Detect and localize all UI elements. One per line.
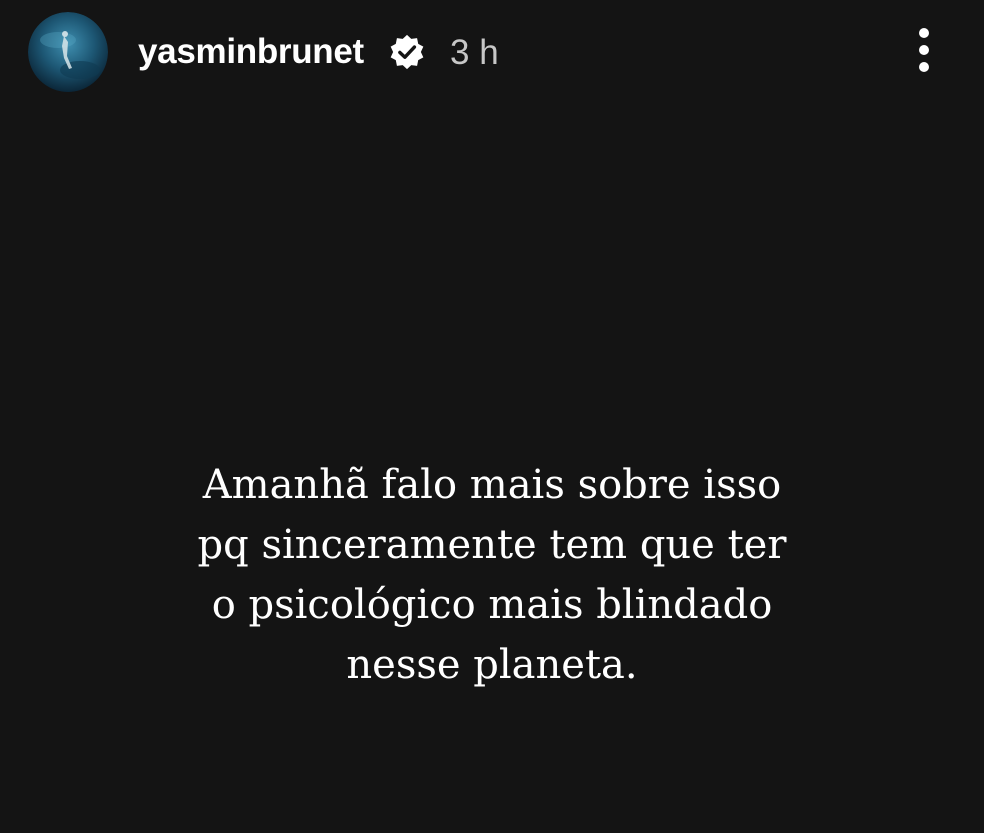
- story-text-line: nesse planeta.: [346, 642, 638, 688]
- story-text-line: o psicológico mais blindado: [211, 582, 773, 628]
- more-dot: [919, 45, 929, 55]
- avatar[interactable]: [28, 12, 108, 92]
- username[interactable]: yasminbrunet: [138, 30, 364, 74]
- story-header: yasminbrunet 3 h: [0, 0, 984, 110]
- more-dot: [919, 62, 929, 72]
- more-options-button[interactable]: [904, 24, 944, 80]
- story-text: Amanhã falo mais sobre isso pq sincerame…: [100, 455, 884, 695]
- story-text-line: Amanhã falo mais sobre isso: [202, 462, 782, 508]
- post-time: 3 h: [450, 33, 499, 72]
- story-text-line: pq sinceramente tem que ter: [197, 522, 787, 568]
- avatar-image: [28, 12, 108, 92]
- verified-badge-icon: [390, 34, 424, 70]
- story-viewer[interactable]: yasminbrunet 3 h Amanhã falo mais sobre …: [0, 0, 984, 833]
- more-vertical-icon: [919, 28, 929, 38]
